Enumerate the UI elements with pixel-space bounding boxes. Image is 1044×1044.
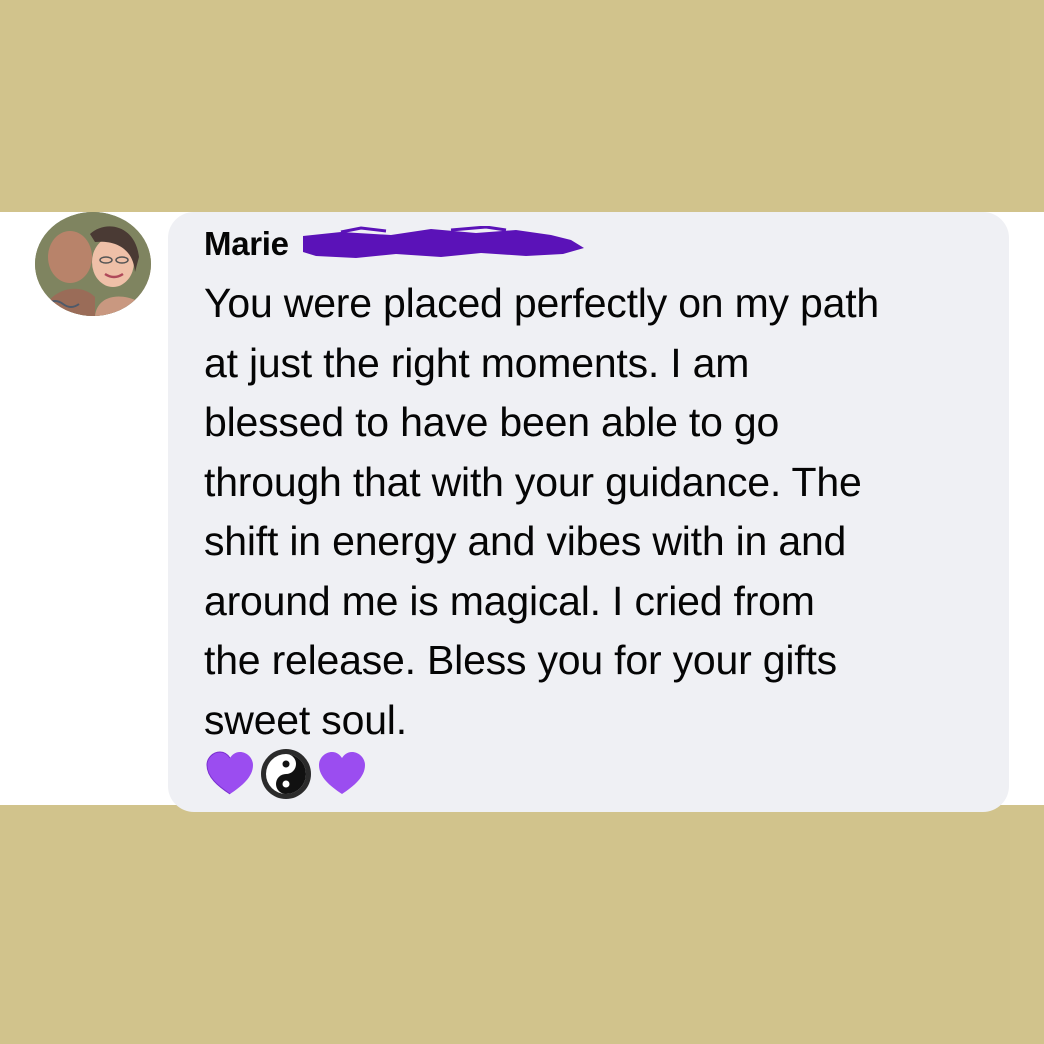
testimonial-frame: Marie You were placed perfectly on my pa… [0, 0, 1044, 1044]
comment-card: Marie You were placed perfectly on my pa… [0, 212, 1044, 812]
comment-text: You were placed perfectly on my path at … [204, 280, 880, 743]
author-row: Marie [204, 222, 586, 266]
author-avatar[interactable] [35, 212, 151, 316]
emoji-row [204, 748, 368, 800]
comment-bubble: Marie You were placed perfectly on my pa… [168, 212, 1009, 812]
yin-yang-icon [261, 749, 311, 799]
avatar-photo-icon [35, 212, 151, 316]
author-name[interactable]: Marie [204, 225, 289, 263]
purple-heart-icon [319, 752, 365, 794]
purple-heart-icon [206, 751, 253, 795]
redaction-mark [301, 226, 586, 262]
